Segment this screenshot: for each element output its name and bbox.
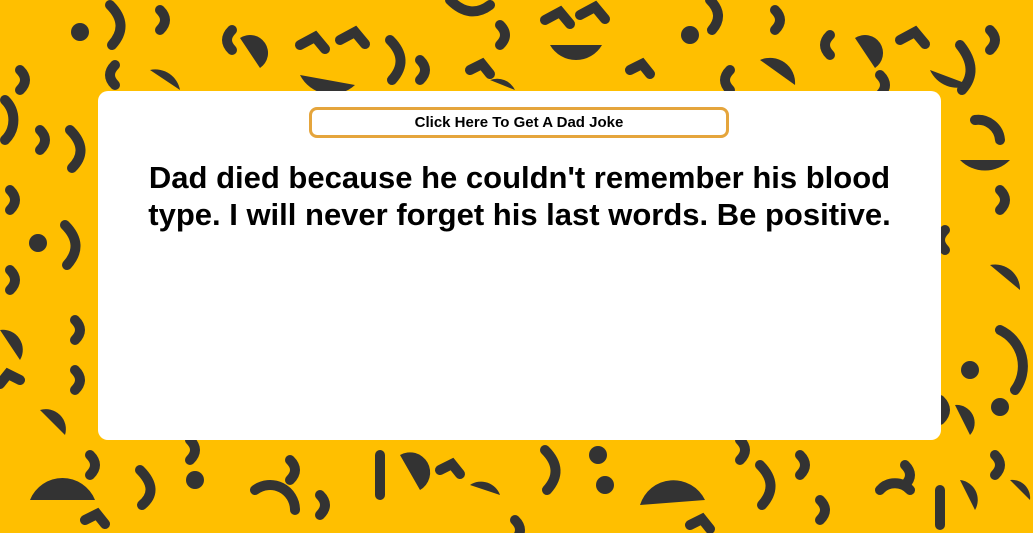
- joke-text: Dad died because he couldn't remember hi…: [148, 160, 891, 232]
- joke-card: Click Here To Get A Dad Joke Dad died be…: [98, 91, 941, 440]
- get-dad-joke-button[interactable]: Click Here To Get A Dad Joke: [309, 107, 729, 138]
